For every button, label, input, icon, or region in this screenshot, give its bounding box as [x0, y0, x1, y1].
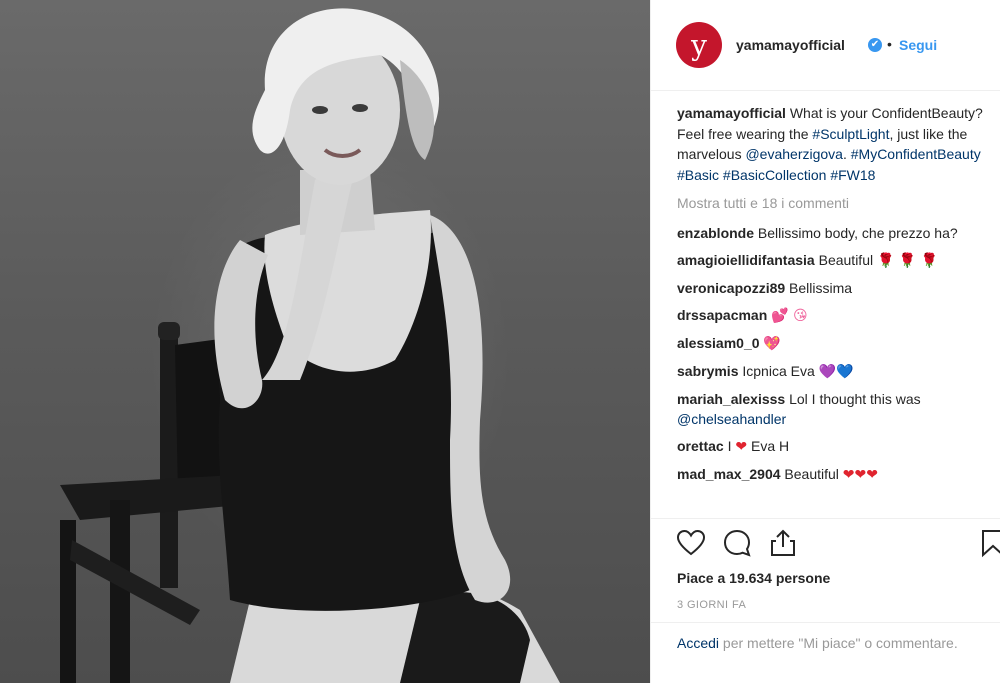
comment-username[interactable]: orettac: [677, 438, 724, 454]
figure: [214, 8, 560, 683]
comment-icon[interactable]: [722, 528, 752, 558]
login-prompt-text: per mettere "Mi piace" o commentare.: [719, 635, 958, 651]
comment-text: Lol I thought this was: [789, 390, 921, 407]
comment-text: Beautiful: [784, 466, 843, 482]
caption-hashtag-basiccollection[interactable]: #BasicCollection: [723, 167, 827, 183]
comment-username[interactable]: alessiam0_0: [677, 335, 760, 351]
heart-icon[interactable]: [676, 528, 706, 558]
caption-hashtag-fw18[interactable]: #FW18: [830, 167, 875, 183]
caption-mention-evaherzigova[interactable]: @evaherzigova: [745, 146, 843, 162]
comment: sabrymis Icpnica Eva 💜💙: [677, 361, 987, 383]
red-heart-emoji-icon: ❤: [735, 439, 748, 455]
red-hearts-emoji-icon: ❤❤❤: [842, 467, 878, 483]
show-all-comments-link[interactable]: Mostra tutti e 18 i commenti: [677, 193, 987, 214]
comment-username[interactable]: mad_max_2904: [677, 466, 781, 482]
comment: mad_max_2904 Beautiful ❤❤❤: [677, 464, 987, 486]
comment-text: Bellissima: [789, 279, 853, 296]
likes-count[interactable]: Piace a 19.634 persone: [677, 570, 830, 586]
comment-text: Beautiful: [818, 251, 877, 268]
caption-hashtag-sculptlight[interactable]: #SculptLight: [812, 126, 889, 142]
post-side-panel: y yamamayofficial ✔ • Segui yamamayoffic…: [650, 0, 1000, 683]
comment: alessiam0_0 💖: [677, 333, 987, 355]
caption-username[interactable]: yamamayofficial: [677, 105, 786, 121]
comment-username[interactable]: amagioiellidifantasia: [677, 252, 815, 268]
comment-text: Bellissimo body, che prezzo ha?: [757, 224, 958, 241]
purple-blue-hearts-emoji-icon: 💜💙: [818, 363, 854, 380]
comment-username[interactable]: mariah_alexisss: [677, 391, 785, 407]
header-separator: •: [887, 36, 892, 52]
avatar-letter: y: [691, 28, 707, 62]
login-link[interactable]: Accedi: [677, 635, 719, 651]
comment: drssapacman 💕 😘: [677, 305, 987, 327]
comment-username[interactable]: sabrymis: [677, 363, 738, 379]
login-prompt: Accedi per mettere "Mi piace" o commenta…: [677, 633, 967, 654]
bookmark-icon[interactable]: [979, 528, 1000, 558]
comment: amagioiellidifantasia Beautiful 🌹 🌹 🌹: [677, 250, 987, 272]
comment-text: Icpnica Eva: [742, 362, 819, 379]
caption-text-3: .: [842, 146, 851, 162]
comment-mention-chelseahandler[interactable]: @chelseahandler: [677, 411, 786, 427]
comment-text-after: Eva H: [747, 438, 790, 454]
post-timestamp: 3 GIORNI FA: [677, 599, 747, 611]
action-bar-divider: [651, 518, 1000, 519]
comment: mariah_alexisss Lol I thought this was @…: [677, 389, 987, 430]
rose-emoji-icon: 🌹 🌹 🌹: [876, 252, 939, 269]
share-icon[interactable]: [768, 528, 798, 558]
verified-badge-icon: ✔: [868, 38, 882, 52]
hearts-kiss-emoji-icon: 💕 😘: [771, 307, 808, 324]
sparkling-heart-emoji-icon: 💖: [763, 335, 781, 352]
comment: enzablonde Bellissimo body, che prezzo h…: [677, 223, 987, 244]
follow-button[interactable]: Segui: [899, 37, 937, 53]
comment: veronicapozzi89 Bellissima: [677, 278, 987, 299]
avatar[interactable]: y: [676, 22, 722, 68]
comment-username[interactable]: veronicapozzi89: [677, 280, 785, 296]
caption-hashtag-myconfidentbeauty[interactable]: #MyConfidentBeauty: [851, 146, 981, 162]
comments-list: yamamayofficial What is your ConfidentBe…: [677, 103, 987, 518]
post-caption: yamamayofficial What is your ConfidentBe…: [677, 103, 987, 185]
comment-username[interactable]: enzablonde: [677, 225, 754, 241]
post-header: y yamamayofficial ✔ • Segui: [651, 0, 1000, 91]
comment: orettac I ❤ Eva H: [677, 436, 987, 458]
caption-hashtag-basic[interactable]: #Basic: [677, 167, 719, 183]
post-photo: [0, 0, 650, 683]
header-username[interactable]: yamamayofficial: [736, 37, 845, 53]
photo-illustration: [60, 8, 560, 683]
comment-username[interactable]: drssapacman: [677, 307, 767, 323]
